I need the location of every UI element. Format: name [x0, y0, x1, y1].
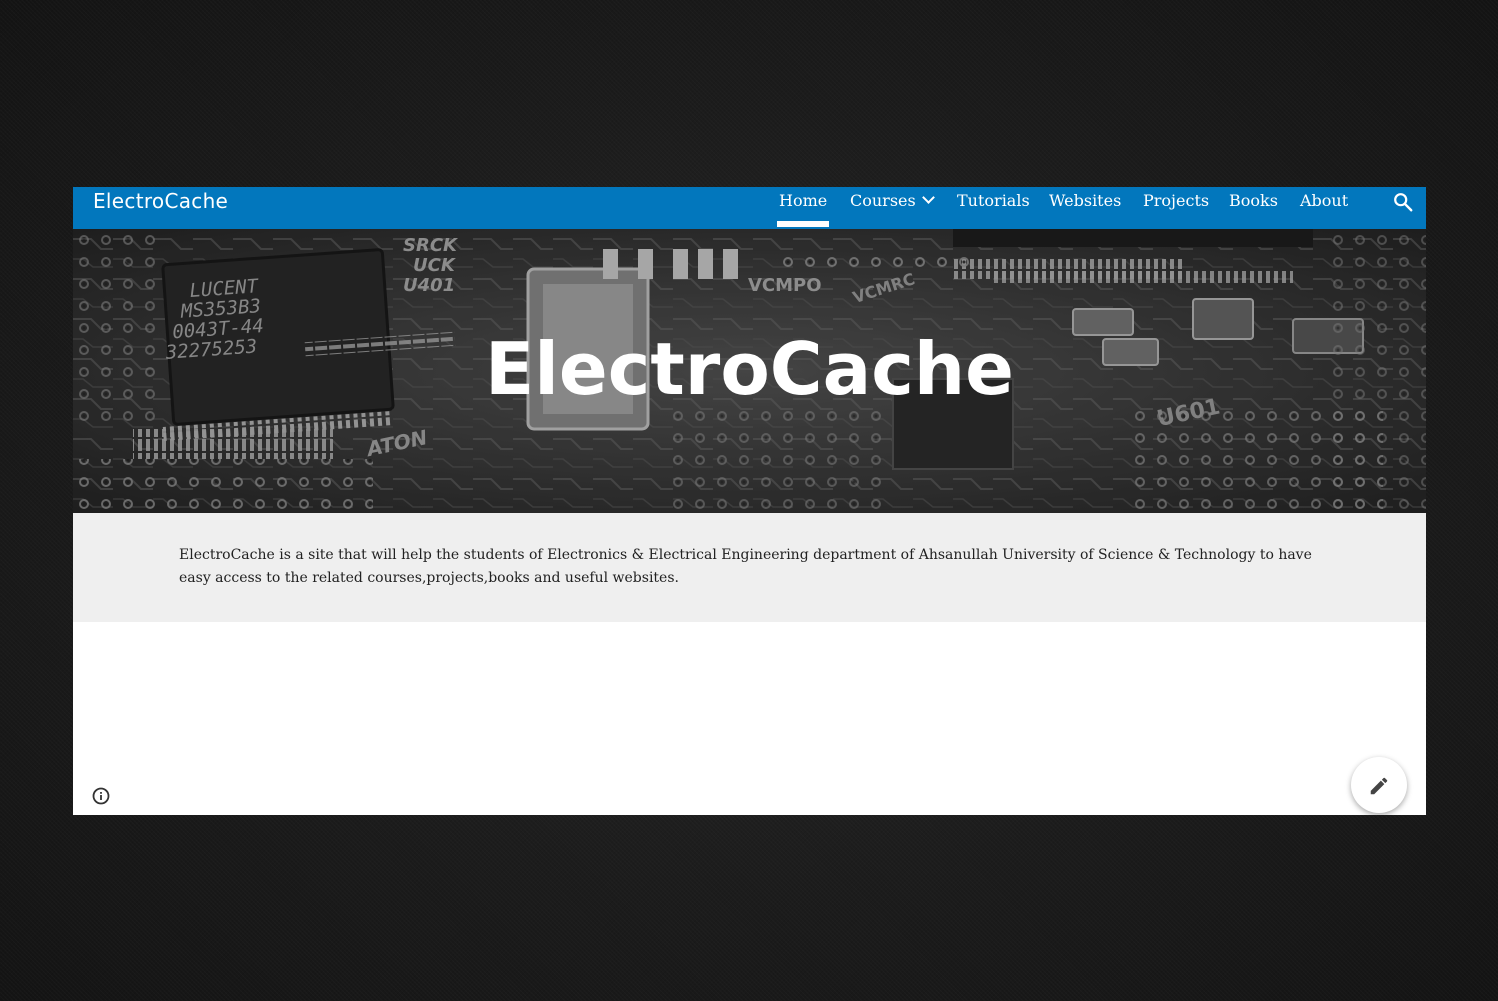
hero-title: ElectroCache — [485, 327, 1014, 411]
intro-section: ElectroCache is a site that will help th… — [73, 513, 1426, 622]
nav-courses[interactable]: Courses — [850, 191, 935, 210]
info-icon[interactable] — [91, 786, 111, 806]
nav-websites[interactable]: Websites — [1049, 191, 1121, 210]
hero-banner: LUCENT MS353B3 0043T-44 32275253 SRCK UC… — [73, 229, 1426, 513]
intro-text: ElectroCache is a site that will help th… — [179, 547, 1312, 586]
chevron-down-icon[interactable] — [921, 191, 935, 204]
nav-home[interactable]: Home — [776, 191, 830, 227]
top-navigation-bar: ElectroCache Home Courses Tutorials Webs… — [73, 187, 1426, 229]
search-icon[interactable] — [1392, 191, 1414, 213]
site-title-link[interactable]: ElectroCache — [93, 189, 228, 213]
nav-books[interactable]: Books — [1229, 191, 1278, 210]
nav-courses-label: Courses — [850, 191, 916, 210]
nav-projects[interactable]: Projects — [1143, 191, 1209, 210]
edit-button[interactable] — [1351, 757, 1407, 813]
pencil-icon — [1370, 777, 1388, 795]
nav-about[interactable]: About — [1300, 191, 1348, 210]
site-frame: ElectroCache Home Courses Tutorials Webs… — [73, 187, 1426, 815]
nav-tutorials[interactable]: Tutorials — [957, 191, 1030, 210]
